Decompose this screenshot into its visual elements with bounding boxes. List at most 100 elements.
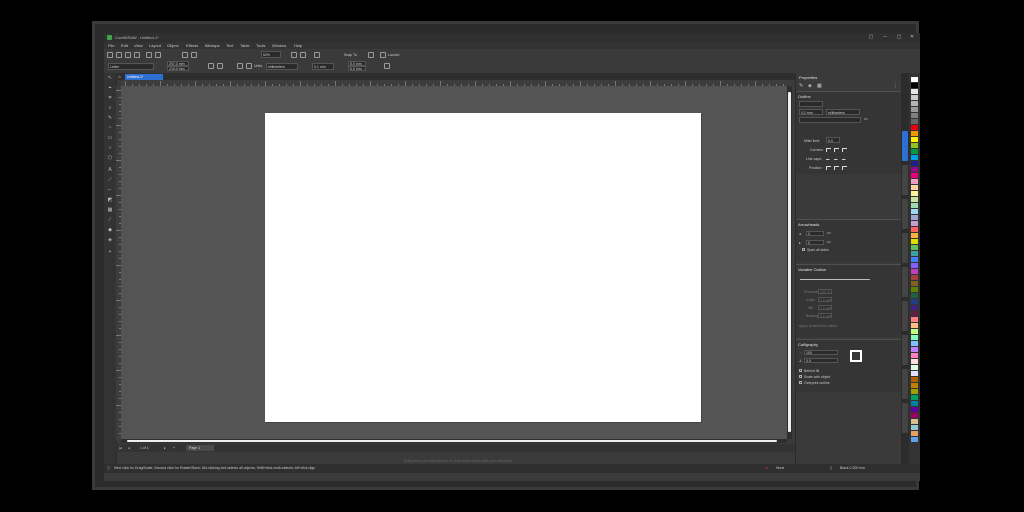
pressure-field[interactable]: 100 % <box>818 289 832 294</box>
color-swatch[interactable] <box>911 287 918 292</box>
menu-edit[interactable]: Edit <box>121 43 128 48</box>
color-swatch[interactable] <box>911 365 918 370</box>
new-icon[interactable] <box>107 52 113 58</box>
smart-fill-icon[interactable]: ◈ <box>107 237 113 243</box>
square-cap-icon[interactable]: ▬ <box>842 157 846 161</box>
span-all-checkbox[interactable] <box>802 248 805 251</box>
document-page[interactable] <box>265 113 701 422</box>
color-swatch[interactable] <box>911 263 918 268</box>
stretch-field[interactable]: 100 <box>804 350 838 355</box>
color-swatch[interactable] <box>911 311 918 316</box>
export-icon[interactable] <box>191 52 197 58</box>
bevel-corner-icon[interactable] <box>842 148 847 152</box>
bearing-field[interactable]: 0.0 mm <box>818 313 832 318</box>
side-tab-objects[interactable] <box>902 165 908 195</box>
color-swatch[interactable] <box>911 113 918 118</box>
polygon-tool-icon[interactable]: ⬠ <box>107 155 113 161</box>
nudge-distance-field[interactable]: 0.1 mm <box>312 63 334 70</box>
add-tool-icon[interactable]: + <box>107 249 113 255</box>
color-swatch[interactable] <box>911 275 918 280</box>
launch-dropdown[interactable]: Launch <box>388 53 399 57</box>
color-swatch[interactable] <box>911 179 918 184</box>
side-tab-transform[interactable] <box>902 199 908 229</box>
eyedropper-icon[interactable]: ⁄ <box>107 217 113 223</box>
drawing-canvas[interactable] <box>121 86 787 439</box>
save-icon[interactable] <box>125 52 131 58</box>
color-swatch[interactable] <box>911 191 918 196</box>
units-dropdown[interactable]: millimeters <box>266 63 298 70</box>
apply-selected-label[interactable]: Apply to selected outline <box>799 324 837 328</box>
color-swatch[interactable] <box>911 83 918 88</box>
color-swatch[interactable] <box>911 89 918 94</box>
drop-shadow-icon[interactable]: ◩ <box>107 197 113 203</box>
interactive-fill-icon[interactable]: ◆ <box>107 227 113 233</box>
menu-view[interactable]: View <box>134 43 143 48</box>
color-swatch[interactable] <box>911 293 918 298</box>
inside-position-icon[interactable] <box>842 166 847 170</box>
color-swatch[interactable] <box>911 269 918 274</box>
transparency-icon[interactable]: ▦ <box>107 207 113 213</box>
color-swatch[interactable] <box>911 119 918 124</box>
color-swatch[interactable] <box>911 359 918 364</box>
calligraphy-angle-field[interactable]: 0.0 <box>804 358 838 363</box>
fill-none-icon[interactable]: ⊘ <box>765 466 768 470</box>
nib-shape-preview[interactable] <box>850 350 862 362</box>
color-swatch[interactable] <box>911 161 918 166</box>
minimize-button[interactable]: ─ <box>880 34 890 40</box>
overprint-checkbox[interactable] <box>799 381 802 384</box>
outline-width-field[interactable]: 0.2 mm <box>799 109 823 115</box>
print-icon[interactable] <box>134 52 140 58</box>
snap-to-dropdown[interactable]: Snap To <box>344 53 357 57</box>
fill-status[interactable]: None <box>776 466 784 470</box>
side-tab-layers[interactable] <box>902 369 908 399</box>
color-swatch[interactable] <box>911 185 918 190</box>
color-swatch[interactable] <box>911 245 918 250</box>
color-swatch[interactable] <box>911 149 918 154</box>
color-swatch[interactable] <box>911 377 918 382</box>
horizontal-scrollbar[interactable] <box>121 439 787 443</box>
color-swatch[interactable] <box>911 395 918 400</box>
color-swatch[interactable] <box>911 197 918 202</box>
maximize-button[interactable]: ▢ <box>894 34 904 40</box>
color-swatch[interactable] <box>911 401 918 406</box>
full-screen-icon[interactable] <box>291 52 297 58</box>
color-swatch[interactable] <box>911 143 918 148</box>
pick-tool-icon[interactable]: ↖ <box>107 75 113 81</box>
side-tab-properties[interactable] <box>902 131 908 161</box>
color-swatch[interactable] <box>911 209 918 214</box>
menu-file[interactable]: File <box>108 43 114 48</box>
color-swatch[interactable] <box>911 125 918 130</box>
launch-icon[interactable] <box>380 52 386 58</box>
outline-icon[interactable]: ▯ <box>830 466 832 470</box>
color-swatch[interactable] <box>911 107 918 112</box>
bleed-icon[interactable] <box>384 63 390 69</box>
start-arrowhead-icon[interactable]: ◂ <box>799 232 801 236</box>
menu-table[interactable]: Table <box>240 43 250 48</box>
color-swatch[interactable] <box>911 239 918 244</box>
butt-cap-icon[interactable]: ▬ <box>826 157 830 161</box>
scale-with-object-checkbox[interactable] <box>799 375 802 378</box>
docker-options-icon[interactable]: ⋮ <box>893 83 898 89</box>
pressure-curve[interactable] <box>800 279 870 280</box>
menu-bitmaps[interactable]: Bitmaps <box>205 43 219 48</box>
open-icon[interactable] <box>116 52 122 58</box>
menu-object[interactable]: Object <box>167 43 179 48</box>
color-swatch[interactable] <box>911 305 918 310</box>
import-icon[interactable] <box>182 52 188 58</box>
color-swatch[interactable] <box>911 101 918 106</box>
color-swatch[interactable] <box>911 341 918 346</box>
text-tool-icon[interactable]: A <box>107 167 113 173</box>
side-tab-assets[interactable] <box>902 403 908 433</box>
close-button[interactable]: ✕ <box>907 34 917 40</box>
page-height-field[interactable]: 210.0 mm <box>167 66 189 71</box>
color-swatch[interactable] <box>911 251 918 256</box>
color-swatch[interactable] <box>911 329 918 334</box>
color-swatch[interactable] <box>911 167 918 172</box>
vertical-scroll-thumb[interactable] <box>788 92 791 432</box>
menu-tools[interactable]: Tools <box>256 43 265 48</box>
prev-page-icon[interactable]: ◂ <box>128 446 130 450</box>
behind-fill-checkbox[interactable] <box>799 369 802 372</box>
line-style-dropdown[interactable] <box>799 117 861 123</box>
portrait-icon[interactable] <box>208 63 214 69</box>
side-tab-hints[interactable] <box>902 267 908 297</box>
